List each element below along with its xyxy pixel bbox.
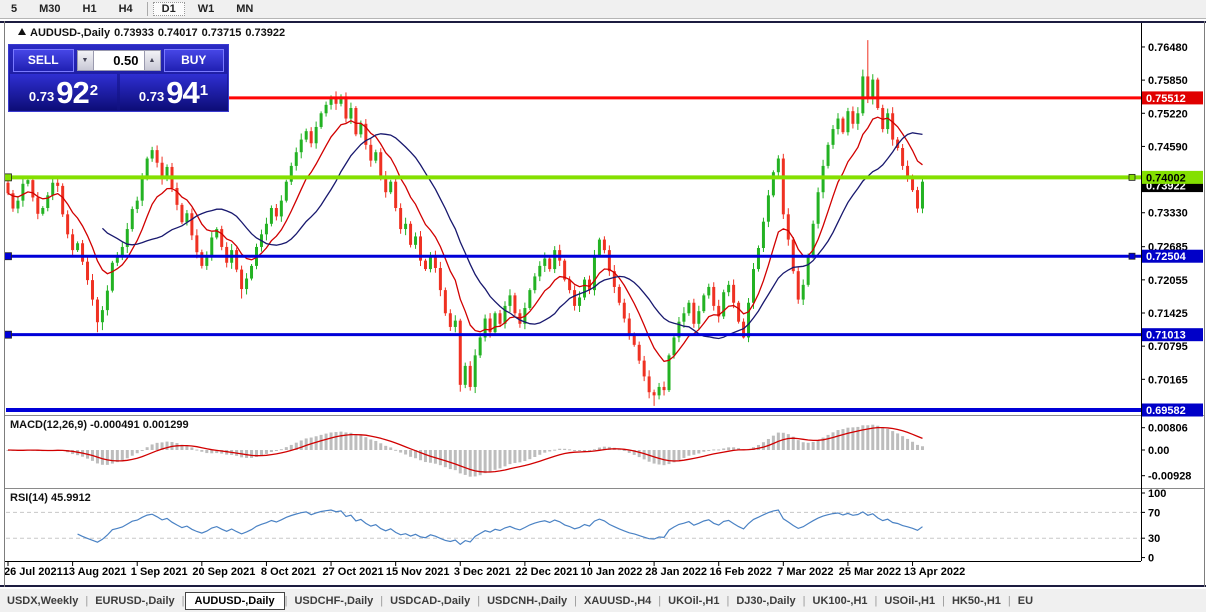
svg-text:0.00806: 0.00806 bbox=[1148, 423, 1188, 435]
window-border-bottom bbox=[0, 585, 1206, 587]
sell-price[interactable]: 0.73 92 2 bbox=[10, 74, 117, 110]
toolbar-separator bbox=[146, 2, 148, 16]
svg-text:16 Feb 2022: 16 Feb 2022 bbox=[710, 566, 772, 578]
svg-text:26 Jul 2021: 26 Jul 2021 bbox=[4, 566, 63, 578]
symbol-tab-usdx-weekly[interactable]: USDX,Weekly bbox=[0, 593, 85, 609]
svg-text:0.69582: 0.69582 bbox=[1146, 405, 1186, 417]
triangle-down-icon: ▼ bbox=[81, 56, 89, 64]
buy-button[interactable]: BUY bbox=[163, 48, 224, 72]
sell-price-small: 0.73 bbox=[28, 89, 55, 104]
symbol-tab-usdcnh-daily[interactable]: USDCNH-,Daily bbox=[480, 593, 574, 609]
svg-text:0.75512: 0.75512 bbox=[1146, 93, 1186, 105]
svg-text:0: 0 bbox=[1148, 553, 1154, 565]
svg-text:70: 70 bbox=[1148, 507, 1160, 519]
symbol-tab-usdchf-daily[interactable]: USDCHF-,Daily bbox=[287, 593, 380, 609]
sell-price-big: 92 bbox=[56, 75, 89, 110]
ohlc-low: 0.73715 bbox=[201, 27, 242, 39]
buy-price[interactable]: 0.73 94 1 bbox=[120, 74, 227, 110]
svg-text:0.72055: 0.72055 bbox=[1148, 275, 1188, 287]
svg-text:0.73330: 0.73330 bbox=[1148, 208, 1188, 220]
macd-value-2: 0.001299 bbox=[142, 419, 189, 431]
triangle-up-icon: ▲ bbox=[148, 56, 156, 64]
svg-text:0.70165: 0.70165 bbox=[1148, 374, 1188, 386]
svg-text:0.00: 0.00 bbox=[1148, 445, 1169, 457]
buy-price-big: 94 bbox=[166, 75, 199, 110]
triangle-up-icon bbox=[18, 28, 26, 35]
svg-text:-0.00928: -0.00928 bbox=[1148, 471, 1191, 483]
symbol-tab-usdcad-daily[interactable]: USDCAD-,Daily bbox=[383, 593, 477, 609]
chart-symbol: AUDUSD-,Daily bbox=[30, 27, 111, 39]
volume-input[interactable]: 0.50 bbox=[93, 49, 144, 71]
symbol-tab-eurusd-daily[interactable]: EURUSD-,Daily bbox=[88, 593, 181, 609]
sell-button[interactable]: SELL bbox=[13, 48, 74, 72]
svg-text:7 Mar 2022: 7 Mar 2022 bbox=[777, 566, 833, 578]
svg-text:28 Jan 2022: 28 Jan 2022 bbox=[645, 566, 707, 578]
volume-decrease-button[interactable]: ▼ bbox=[76, 49, 94, 71]
ohlc-close: 0.73922 bbox=[245, 27, 286, 39]
svg-text:1 Sep 2021: 1 Sep 2021 bbox=[131, 566, 188, 578]
buy-price-small: 0.73 bbox=[138, 89, 165, 104]
svg-text:8 Oct 2021: 8 Oct 2021 bbox=[261, 566, 316, 578]
symbol-tab-bar: USDX,Weekly | EURUSD-,Daily | AUDUSD-,Daily |… bbox=[0, 589, 1206, 612]
ohlc-open: 0.73933 bbox=[114, 27, 154, 39]
window-border-right bbox=[1204, 21, 1205, 587]
symbol-tab-dj30-daily[interactable]: DJ30-,Daily bbox=[729, 593, 802, 609]
timeframe-button-mn[interactable]: MN bbox=[227, 2, 262, 16]
symbol-tab-ukoil-h1[interactable]: UKOil-,H1 bbox=[661, 593, 726, 609]
symbol-tab-usoil-h1[interactable]: USOil-,H1 bbox=[877, 593, 942, 609]
svg-text:15 Nov 2021: 15 Nov 2021 bbox=[386, 566, 450, 578]
svg-text:0.72504: 0.72504 bbox=[1146, 251, 1187, 263]
window-border-top bbox=[0, 21, 1206, 23]
macd-name: MACD(12,26,9) bbox=[10, 419, 88, 431]
window-border-left bbox=[4, 21, 5, 587]
one-click-trading-panel: SELL ▼ 0.50 ▲ BUY 0.73 92 2 0.73 94 1 bbox=[8, 44, 229, 112]
macd-indicator-label: MACD(12,26,9) -0.000491 0.001299 bbox=[10, 419, 189, 431]
timeframe-button-h1[interactable]: H1 bbox=[74, 2, 106, 16]
svg-text:3 Dec 2021: 3 Dec 2021 bbox=[454, 566, 511, 578]
svg-text:30: 30 bbox=[1148, 533, 1160, 545]
svg-text:0.75220: 0.75220 bbox=[1148, 108, 1188, 120]
macd-value-1: -0.000491 bbox=[90, 419, 140, 431]
symbol-tab-uk100-h1[interactable]: UK100-,H1 bbox=[806, 593, 875, 609]
rsi-value: 45.9912 bbox=[50, 492, 91, 504]
svg-text:0.75850: 0.75850 bbox=[1148, 75, 1188, 87]
svg-text:0.70795: 0.70795 bbox=[1148, 341, 1188, 353]
volume-stepper: ▼ 0.50 ▲ bbox=[76, 49, 161, 71]
timeframe-button-d1[interactable]: D1 bbox=[152, 2, 185, 16]
svg-text:0.71013: 0.71013 bbox=[1146, 330, 1186, 342]
svg-text:20 Sep 2021: 20 Sep 2021 bbox=[192, 566, 255, 578]
volume-increase-button[interactable]: ▲ bbox=[143, 49, 161, 71]
timeframe-toolbar: 5 M30 H1 H4 D1 W1 MN bbox=[0, 0, 1206, 19]
svg-text:25 Mar 2022: 25 Mar 2022 bbox=[839, 566, 901, 578]
timeframe-button-h4[interactable]: H4 bbox=[110, 2, 142, 16]
symbol-tab-audusd-daily[interactable]: AUDUSD-,Daily bbox=[184, 591, 285, 610]
svg-text:0.74002: 0.74002 bbox=[1146, 172, 1186, 184]
rsi-name: RSI(14) bbox=[10, 492, 48, 504]
svg-text:0.71425: 0.71425 bbox=[1148, 308, 1188, 320]
svg-text:22 Dec 2021: 22 Dec 2021 bbox=[515, 566, 578, 578]
symbol-tab-xauusd-h4[interactable]: XAUUSD-,H4 bbox=[577, 593, 658, 609]
svg-text:27 Oct 2021: 27 Oct 2021 bbox=[322, 566, 383, 578]
rsi-indicator-label: RSI(14) 45.9912 bbox=[10, 492, 91, 504]
svg-text:10 Jan 2022: 10 Jan 2022 bbox=[581, 566, 643, 578]
svg-text:100: 100 bbox=[1148, 488, 1166, 500]
ohlc-high: 0.74017 bbox=[157, 27, 198, 39]
chart-window: 5 M30 H1 H4 D1 W1 MN 0.76480 0.75850 0.75220 0.74… bbox=[0, 0, 1206, 612]
svg-text:13 Apr 2022: 13 Apr 2022 bbox=[904, 566, 965, 578]
symbol-tab-eu[interactable]: EU bbox=[1011, 593, 1040, 609]
timeframe-button-5[interactable]: 5 bbox=[2, 2, 26, 16]
sell-price-sup: 2 bbox=[89, 82, 99, 99]
timeframe-button-m30[interactable]: M30 bbox=[30, 2, 69, 16]
buy-price-sup: 1 bbox=[199, 82, 209, 99]
svg-text:0.76480: 0.76480 bbox=[1148, 42, 1188, 54]
svg-text:0.74590: 0.74590 bbox=[1148, 141, 1188, 153]
svg-text:13 Aug 2021: 13 Aug 2021 bbox=[63, 566, 127, 578]
timeframe-button-w1[interactable]: W1 bbox=[189, 2, 224, 16]
chart-title: AUDUSD-,Daily 0.73933 0.74017 0.73715 0.7392… bbox=[18, 27, 289, 39]
symbol-tab-hk50-h1[interactable]: HK50-,H1 bbox=[945, 593, 1008, 609]
